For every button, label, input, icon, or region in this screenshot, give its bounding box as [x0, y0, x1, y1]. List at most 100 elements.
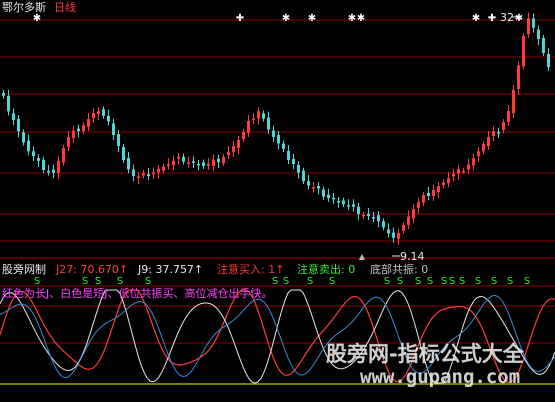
candle-body — [377, 215, 380, 222]
candle-body — [447, 178, 450, 184]
candlesticks — [2, 12, 550, 257]
candle-body — [347, 205, 350, 207]
bottom-resonance-value: 底部共振: 0 — [370, 263, 429, 276]
candle-body — [547, 54, 550, 67]
candle-body — [352, 204, 355, 207]
candle-body — [332, 197, 335, 200]
signal-s-marker: S — [34, 276, 40, 287]
period-label: 日线 — [54, 1, 76, 14]
signal-s-marker: S — [307, 276, 313, 287]
candle-body — [482, 144, 485, 152]
candle-body — [287, 151, 290, 160]
candle-body — [537, 29, 540, 39]
candle-body — [52, 169, 55, 173]
candle-body — [62, 148, 65, 163]
candle-body — [342, 200, 345, 205]
candle-body — [172, 160, 175, 166]
candle-body — [402, 225, 405, 231]
candle-body — [107, 115, 110, 122]
candle-body — [122, 147, 125, 160]
candle-body — [77, 128, 80, 132]
candle-body — [237, 140, 240, 148]
candle-body — [437, 186, 440, 192]
candle-body — [42, 159, 45, 170]
j27-value: J27: 70.670↑ — [56, 263, 129, 276]
candle-body — [207, 164, 210, 166]
star-marker: ✱ — [33, 13, 41, 24]
candle-body — [502, 122, 505, 130]
candle-body — [117, 134, 120, 146]
candle-body — [272, 130, 275, 137]
candle-body — [102, 109, 105, 116]
candle-body — [162, 166, 165, 171]
candle-body — [472, 158, 475, 166]
triangle-marker: ▲ — [359, 252, 366, 261]
candle-body — [147, 174, 150, 177]
candle-body — [262, 113, 265, 119]
watermark-title: 股旁网-指标公式大全 — [326, 342, 524, 366]
candle-body — [397, 232, 400, 239]
candle-body — [267, 117, 270, 130]
plus-marker: ✚ — [236, 13, 244, 24]
candle-body — [47, 171, 50, 173]
signal-s-marker: S — [117, 276, 123, 287]
signal-s-marker: S — [272, 276, 278, 287]
candle-body — [12, 113, 15, 120]
candle-body — [232, 146, 235, 152]
candle-body — [192, 161, 195, 163]
candle-body — [17, 119, 20, 132]
candle-body — [57, 160, 60, 173]
candle-body — [507, 111, 510, 122]
candle-body — [257, 111, 260, 119]
candle-body — [327, 194, 330, 198]
star-marker: ✱ — [472, 13, 480, 24]
candle-body — [527, 18, 530, 34]
candle-body — [97, 111, 100, 114]
candle-body — [212, 159, 215, 166]
signal-s-marker: S — [82, 276, 88, 287]
candle-body — [387, 229, 390, 234]
indicator-name: 股旁网制 — [2, 263, 46, 276]
attention-sell-value: 注意卖出: 0 — [297, 263, 356, 276]
candle-body — [187, 162, 190, 164]
candle-body — [217, 158, 220, 163]
candle-body — [302, 170, 305, 182]
signal-s-marker: S — [415, 276, 421, 287]
stock-chart-window: { "main_panel": { "symbol": "鄂尔多斯", "per… — [0, 0, 555, 402]
candle-body — [372, 217, 375, 219]
candle-body — [252, 118, 255, 120]
candle-body — [292, 159, 295, 164]
candle-body — [367, 213, 370, 216]
candle-body — [542, 38, 545, 53]
signal-s-marker: S — [524, 276, 530, 287]
candle-body — [317, 186, 320, 189]
candle-body — [87, 119, 90, 127]
candle-body — [297, 165, 300, 173]
signal-s-marker: S — [145, 276, 151, 287]
candle-body — [37, 158, 40, 161]
signal-s-marker: S — [441, 276, 447, 287]
signal-s-marker: S — [459, 276, 465, 287]
candle-body — [167, 164, 170, 166]
signal-s-marker: S — [491, 276, 497, 287]
candle-body — [357, 206, 360, 215]
candle-body — [127, 158, 130, 170]
star-marker: ✱ — [282, 13, 290, 24]
high-price-label: 32 — [500, 11, 514, 24]
candle-body — [2, 93, 5, 96]
signal-s-marker: S — [507, 276, 513, 287]
signal-markers: SSSSSSSSSSSSSSSSSSSS — [34, 276, 530, 287]
attention-buy-value: 注意买入: 1↑ — [217, 263, 285, 276]
candle-body — [487, 137, 490, 146]
candle-body — [322, 189, 325, 197]
signal-s-marker: S — [283, 276, 289, 287]
candle-body — [407, 216, 410, 225]
candle-body — [522, 36, 525, 67]
candle-body — [432, 190, 435, 196]
watermark-url: www.gupang.com — [360, 366, 521, 388]
candle-body — [362, 214, 365, 217]
candle-body — [477, 151, 480, 157]
candle-body — [457, 169, 460, 174]
candle-body — [497, 132, 500, 134]
signal-s-marker: S — [95, 276, 101, 287]
